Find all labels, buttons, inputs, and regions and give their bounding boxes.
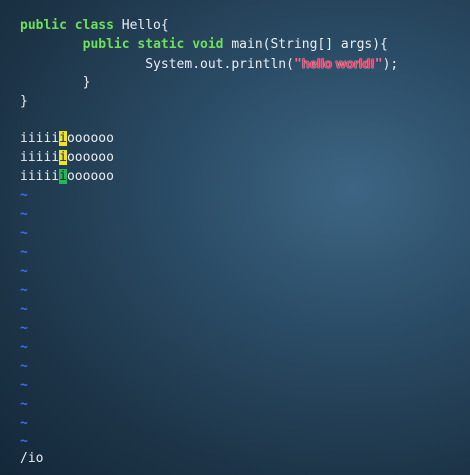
empty-line-marker: ~ <box>20 416 28 431</box>
empty-line-marker: ~ <box>20 226 28 241</box>
empty-line-marker: ~ <box>20 264 28 279</box>
string-quote: " <box>293 57 302 72</box>
code-text: ); <box>382 57 399 72</box>
empty-line-marker: ~ <box>20 207 28 222</box>
vim-editor[interactable]: public class Hello{ public static void m… <box>0 0 470 475</box>
code-text: System.out.println( <box>145 57 294 72</box>
empty-line-marker: ~ <box>20 302 28 317</box>
code-line-5: } <box>20 94 28 109</box>
text-segment: oooooo <box>66 169 114 184</box>
search-highlight: i <box>59 131 67 146</box>
keyword: public static void <box>82 37 224 52</box>
empty-line-marker: ~ <box>20 378 28 393</box>
string-quote: " <box>374 57 383 72</box>
command-line[interactable]: /io <box>20 449 43 468</box>
empty-line-marker: ~ <box>20 321 28 336</box>
cursor[interactable]: i <box>59 169 67 184</box>
code-text: main(String[] args){ <box>223 37 388 52</box>
empty-line-marker: ~ <box>20 340 28 355</box>
text-segment: oooooo <box>66 131 114 146</box>
code-line-2: public static void main(String[] args){ <box>20 35 388 54</box>
code-line-3: System.out.println("hello world!"); <box>20 54 398 73</box>
text-line-3: iiiiiioooooo <box>20 167 114 186</box>
text-line-2: iiiiiioooooo <box>20 148 114 167</box>
empty-line-marker: ~ <box>20 188 28 203</box>
empty-line-marker: ~ <box>20 283 28 298</box>
search-highlight: i <box>59 150 67 165</box>
empty-line-marker: ~ <box>20 397 28 412</box>
empty-line-marker: ~ <box>20 359 28 374</box>
code-text: Hello{ <box>113 18 169 33</box>
text-segment: oooooo <box>66 150 114 165</box>
code-line-1: public class Hello{ <box>20 16 169 35</box>
text-segment: iiiii <box>20 169 60 184</box>
string-literal: hello world! <box>301 56 375 71</box>
keyword: public class <box>20 18 114 33</box>
text-line-1: iiiiiioooooo <box>20 129 114 148</box>
text-segment: iiiii <box>20 150 60 165</box>
text-segment: iiiii <box>20 131 60 146</box>
code-line-4: } <box>20 75 91 90</box>
empty-line-marker: ~ <box>20 245 28 260</box>
